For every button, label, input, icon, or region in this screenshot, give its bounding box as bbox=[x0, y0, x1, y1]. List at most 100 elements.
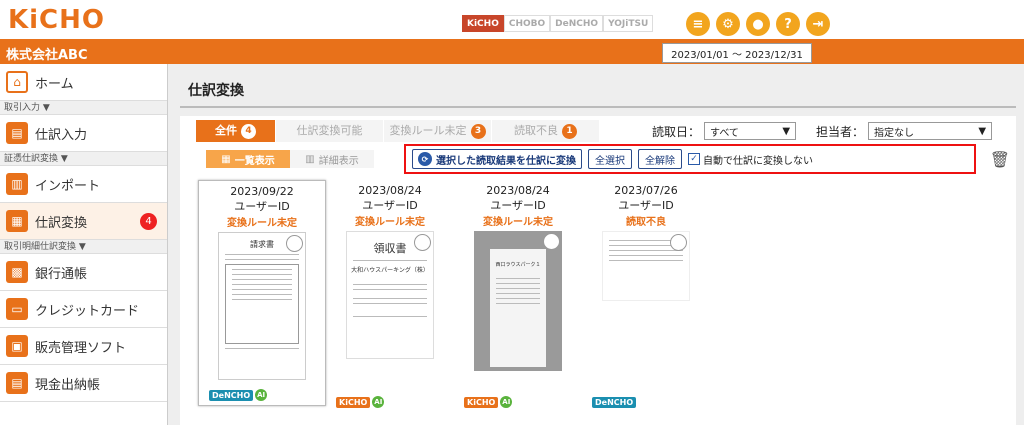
photo-thumbnail[interactable]: 西口ラウスパーク１ bbox=[474, 231, 562, 371]
gear-icon[interactable]: ⚙ bbox=[716, 12, 740, 36]
home-icon: ⌂ bbox=[6, 71, 28, 93]
period-display[interactable]: 2023/01/01 〜 2023/12/31 bbox=[662, 43, 812, 63]
sidebar-item-label: クレジットカード bbox=[35, 303, 140, 319]
help-icon[interactable]: ? bbox=[776, 12, 800, 36]
app-logo[interactable]: KiCHO bbox=[8, 5, 105, 35]
receipt-thumbnail[interactable]: 領収書 大和ハウスパーキング（株） bbox=[346, 231, 434, 359]
page-title: 仕訳変換 bbox=[180, 76, 1016, 108]
company-name: 株式会社ABC bbox=[6, 47, 88, 63]
staff-filter: 担当者： 指定なし ▼ bbox=[816, 122, 993, 140]
card-status: 変換ルール未定 bbox=[483, 217, 553, 228]
bulk-action-bar: ⟳ 選択した読取結果を仕訳に変換 全選択 全解除 ✓ 自動で仕訳に変換しない bbox=[404, 144, 976, 174]
product-tab-chobo[interactable]: CHOBO bbox=[503, 15, 551, 32]
top-bar: KiCHO KiCHO CHOBO DeNCHO YOJiTSU ≡ ⚙ ● ?… bbox=[0, 0, 1024, 42]
tab-all[interactable]: 全件 4 bbox=[196, 120, 276, 142]
card-date: 2023/08/24 bbox=[358, 184, 422, 197]
result-card[interactable]: 2023/08/24 ユーザーID 変換ルール未定 西口ラウスパーク１ KiCH… bbox=[454, 180, 582, 412]
read-date-label: 読取日： bbox=[652, 124, 701, 139]
trash-icon[interactable]: 🗑 bbox=[990, 150, 1010, 169]
card-tags: KiCHO AI bbox=[464, 396, 513, 408]
card-user: ユーザーID bbox=[362, 199, 418, 212]
product-tag: KiCHO bbox=[464, 396, 499, 408]
sidebar-item-label: ホーム bbox=[35, 76, 74, 92]
card-user: ユーザーID bbox=[618, 199, 674, 212]
sidebar-section-statement[interactable]: 取引明細仕訳変換 ▼ bbox=[0, 240, 167, 254]
user-icon[interactable]: ● bbox=[746, 12, 770, 36]
result-card[interactable]: 2023/08/24 ユーザーID 変換ルール未定 領収書 大和ハウスパーキング… bbox=[326, 180, 454, 412]
sidebar: ⌂ ホーム 取引入力 ▼ ▤ 仕訳入力 証憑仕訳変換 ▼ ▥ インポート ▦ 仕… bbox=[0, 64, 168, 425]
sidebar-section-entry[interactable]: 取引入力 ▼ bbox=[0, 101, 167, 115]
select-circle[interactable] bbox=[414, 234, 431, 251]
product-tag: DeNCHO bbox=[592, 397, 637, 408]
card-user: ユーザーID bbox=[234, 200, 290, 213]
tab-convertible[interactable]: 仕訳変換可能 bbox=[276, 120, 384, 142]
card-status: 変換ルール未定 bbox=[227, 218, 297, 229]
import-icon: ▥ bbox=[6, 173, 28, 195]
product-tab-dencho[interactable]: DeNCHO bbox=[550, 15, 604, 32]
check-icon: ✓ bbox=[688, 153, 700, 165]
invoice-thumbnail[interactable]: 請求書 bbox=[218, 232, 306, 380]
staff-label: 担当者： bbox=[816, 124, 865, 139]
deselect-all-button[interactable]: 全解除 bbox=[638, 149, 682, 169]
chevron-down-icon: ▼ bbox=[782, 125, 791, 137]
product-tab-kicho[interactable]: KiCHO bbox=[462, 15, 504, 32]
card-status: 変換ルール未定 bbox=[355, 217, 425, 228]
filter-tabs: 全件 4 仕訳変換可能 変換ルール未定 3 読取不良 1 bbox=[196, 120, 600, 142]
sidebar-item-import[interactable]: ▥ インポート bbox=[0, 166, 167, 203]
company-bar: 株式会社ABC 2023/01/01 〜 2023/12/31 bbox=[0, 42, 1024, 64]
sidebar-item-cash[interactable]: ▤ 現金出納帳 bbox=[0, 365, 167, 402]
card-tags: KiCHO AI bbox=[336, 396, 385, 408]
select-circle[interactable] bbox=[543, 233, 560, 250]
card-status: 読取不良 bbox=[626, 217, 666, 228]
sidebar-item-bank[interactable]: ▩ 銀行通帳 bbox=[0, 254, 167, 291]
register-icon: ▣ bbox=[6, 335, 28, 357]
staff-select[interactable]: 指定なし ▼ bbox=[868, 122, 993, 140]
ai-badge: AI bbox=[255, 389, 268, 401]
logout-icon[interactable]: ⇥ bbox=[806, 12, 830, 36]
tab-rule-undefined[interactable]: 変換ルール未定 3 bbox=[384, 120, 492, 142]
card-tags: DeNCHO bbox=[592, 397, 637, 408]
chevron-down-icon: ▼ bbox=[978, 125, 987, 137]
sidebar-item-journal[interactable]: ▤ 仕訳入力 bbox=[0, 115, 167, 152]
count-badge: 4 bbox=[241, 123, 256, 139]
product-tag: DeNCHO bbox=[209, 389, 254, 401]
sidebar-item-label: 仕訳変換 bbox=[35, 215, 88, 231]
sidebar-item-card[interactable]: ▭ クレジットカード bbox=[0, 291, 167, 328]
grid-icon: ▦ bbox=[221, 153, 231, 165]
result-card[interactable]: 2023/07/26 ユーザーID 読取不良 DeNCHO bbox=[582, 180, 710, 412]
count-badge: 1 bbox=[562, 123, 577, 139]
ledger-icon: ▤ bbox=[6, 372, 28, 394]
list-icon: ▥ bbox=[305, 153, 315, 165]
product-tag: KiCHO bbox=[336, 396, 371, 408]
select-circle[interactable] bbox=[286, 235, 303, 252]
auto-convert-checkbox[interactable]: ✓ 自動で仕訳に変換しない bbox=[688, 152, 813, 167]
view-toggle: ▦ 一覧表示 ▥ 詳細表示 bbox=[206, 150, 374, 168]
convert-panel: 全件4 仕訳変換可能 変換ルール未定3 読取不良1 読取日： すべて▼ bbox=[180, 116, 1016, 426]
sidebar-section-voucher[interactable]: 証憑仕訳変換 ▼ bbox=[0, 152, 167, 166]
card-date: 2023/08/24 bbox=[486, 184, 550, 197]
result-card[interactable]: 2023/09/22 ユーザーID 変換ルール未定 請求書 DeNCHO AI bbox=[198, 180, 326, 406]
card-user: ユーザーID bbox=[490, 199, 546, 212]
book-icon: ▤ bbox=[6, 122, 28, 144]
tab-list-view[interactable]: ▦ 一覧表示 bbox=[206, 150, 290, 168]
card-tags: DeNCHO AI bbox=[209, 389, 268, 401]
document-thumbnail[interactable] bbox=[602, 231, 690, 301]
convert-selected-button[interactable]: ⟳ 選択した読取結果を仕訳に変換 bbox=[412, 149, 582, 169]
sidebar-item-label: 現金出納帳 bbox=[35, 377, 101, 393]
sidebar-item-label: 販売管理ソフト bbox=[35, 340, 127, 356]
select-all-button[interactable]: 全選択 bbox=[588, 149, 632, 169]
read-date-select[interactable]: すべて ▼ bbox=[704, 122, 797, 140]
tab-detail-view[interactable]: ▥ 詳細表示 bbox=[290, 150, 374, 168]
tab-read-error[interactable]: 読取不良 1 bbox=[492, 120, 600, 142]
card-list: 2023/09/22 ユーザーID 変換ルール未定 請求書 DeNCHO AI … bbox=[198, 180, 710, 412]
count-badge: 3 bbox=[470, 123, 486, 139]
select-circle[interactable] bbox=[670, 234, 687, 251]
document-icon[interactable]: ≡ bbox=[686, 12, 710, 36]
sidebar-item-label: 銀行通帳 bbox=[35, 266, 88, 282]
bank-icon: ▩ bbox=[6, 261, 28, 283]
product-tab-yojitsu[interactable]: YOJiTSU bbox=[603, 15, 654, 32]
sidebar-item-home[interactable]: ⌂ ホーム bbox=[0, 64, 167, 101]
sidebar-item-sales[interactable]: ▣ 販売管理ソフト bbox=[0, 328, 167, 365]
sidebar-item-convert[interactable]: ▦ 仕訳変換 4 bbox=[0, 203, 167, 240]
card-date: 2023/09/22 bbox=[230, 185, 294, 198]
